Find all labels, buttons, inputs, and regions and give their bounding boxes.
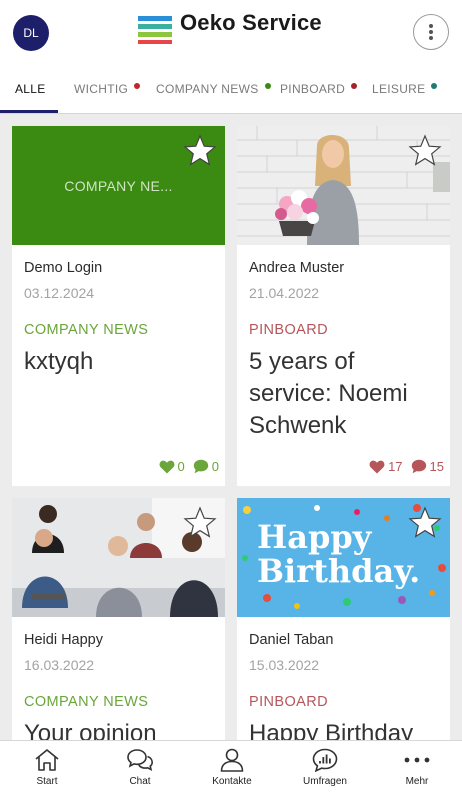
active-tab-indicator [0,110,58,113]
category-tabs: ALLE WICHTIG COMPANY NEWS PINBOARD LEISU… [0,64,462,114]
card-title: Happy Birthday [249,720,414,740]
more-icon [404,757,430,763]
card-author: Heidi Happy [24,632,103,648]
card-image-placeholder-text: COMPANY NE... [64,177,173,194]
nav-mehr[interactable]: Mehr [371,741,462,800]
card-date: 16.03.2022 [24,657,95,673]
vertical-dots-icon [429,24,433,40]
favorite-star-icon[interactable] [183,134,217,168]
tab-wichtig[interactable]: WICHTIG [74,64,141,113]
brand-name: Oeko Service [180,10,322,35]
feed-card[interactable]: Heidi Happy 16.03.2022 COMPANY NEWS Your… [12,498,225,740]
tab-alle[interactable]: ALLE [15,64,46,113]
tab-company-news[interactable]: COMPANY NEWS [156,64,271,113]
comment-count: 0 [211,459,219,474]
nav-label: Start [36,776,58,787]
feed-card[interactable]: Happy Birthday. Daniel Taban 15.03.2022 … [237,498,450,740]
card-stats: 0 0 [159,459,219,474]
card-author: Demo Login [24,260,103,276]
comment-count: 15 [429,459,444,474]
favorite-star-icon[interactable] [408,506,442,540]
card-category: COMPANY NEWS [24,694,149,710]
card-date: 21.04.2022 [249,285,320,301]
bottom-navigation: Start Chat Kontakte Umfragen Mehr [0,740,462,800]
app-header: DL Oeko Service [0,0,462,64]
card-category: PINBOARD [249,322,328,338]
heart-icon[interactable] [369,460,385,474]
feed-card[interactable]: Andrea Muster 21.04.2022 PINBOARD 5 year… [237,126,450,486]
news-feed: COMPANY NE... Demo Login 03.12.2024 COMP… [0,114,462,740]
feed-card[interactable]: COMPANY NE... Demo Login 03.12.2024 COMP… [12,126,225,486]
nav-chat[interactable]: Chat [94,741,186,800]
card-title: kxtyqh [24,348,94,375]
card-category: COMPANY NEWS [24,322,149,338]
nav-label: Umfragen [303,776,347,787]
tab-label: LEISURE [372,82,426,96]
card-stats: 17 15 [369,459,444,474]
tab-dot-company-news [264,83,271,89]
nav-label: Chat [129,776,151,787]
like-count: 0 [177,459,185,474]
person-icon [220,748,244,772]
tab-label: COMPANY NEWS [156,82,259,96]
card-date: 15.03.2022 [249,657,320,673]
tab-label: PINBOARD [280,82,346,96]
home-icon [35,749,59,771]
tab-dot-wichtig [134,83,141,89]
chat-icon [127,749,154,771]
tab-label: ALLE [15,82,46,96]
card-date: 03.12.2024 [24,285,95,301]
heart-icon[interactable] [159,460,175,474]
like-count: 17 [388,459,403,474]
tab-dot-pinboard [351,83,358,89]
card-title: Your opinion [24,720,157,740]
comment-icon[interactable] [411,459,427,474]
more-options-button[interactable] [413,14,449,50]
nav-umfragen[interactable]: Umfragen [279,741,371,800]
nav-start[interactable]: Start [1,741,93,800]
tab-dot-leisure [431,83,438,89]
tab-leisure[interactable]: LEISURE [372,64,438,113]
nav-kontakte[interactable]: Kontakte [186,741,278,800]
logo-icon [138,16,172,44]
card-author: Daniel Taban [249,632,334,648]
comment-icon[interactable] [193,459,209,474]
avatar[interactable]: DL [13,15,49,51]
favorite-star-icon[interactable] [183,506,217,540]
nav-label: Mehr [405,776,429,787]
card-title: 5 years of service: Noemi Schwenk [249,348,408,439]
favorite-star-icon[interactable] [408,134,442,168]
card-author: Andrea Muster [249,260,345,276]
nav-label: Kontakte [212,776,252,787]
card-category: PINBOARD [249,694,328,710]
tab-pinboard[interactable]: PINBOARD [280,64,358,113]
tab-label: WICHTIG [74,82,129,96]
poll-icon [312,748,338,772]
